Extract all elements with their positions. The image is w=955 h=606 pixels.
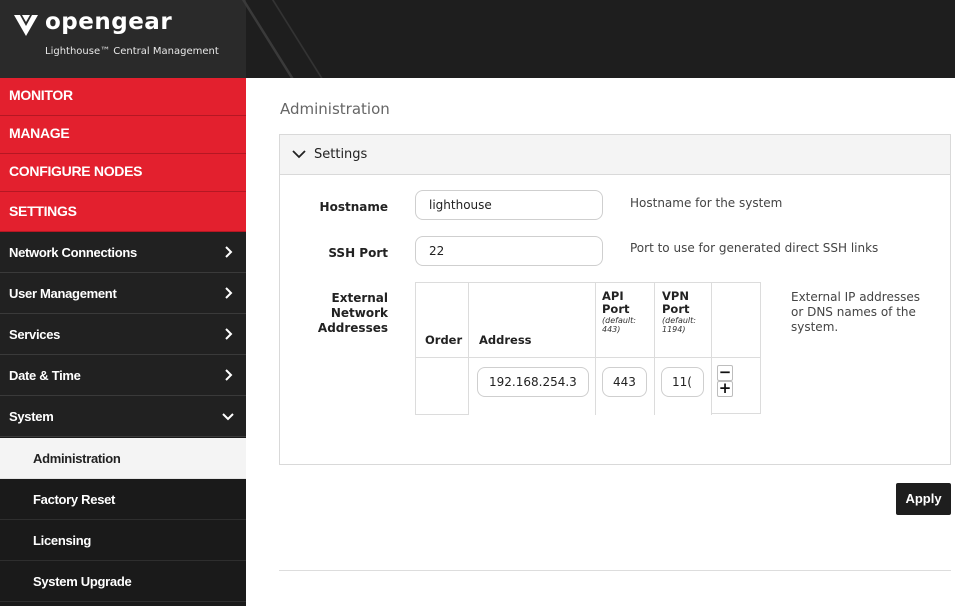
nav-services[interactable]: Services	[0, 314, 246, 355]
label-line: Network	[330, 306, 388, 320]
hostname-help: Hostname for the system	[630, 196, 783, 210]
settings-panel-title: Settings	[314, 147, 368, 162]
table-header-actions-cell	[711, 282, 761, 358]
nav-user-management[interactable]: User Management	[0, 273, 246, 314]
nav-licensing[interactable]: Licensing	[0, 520, 246, 561]
nav-date-time[interactable]: Date & Time	[0, 355, 246, 396]
settings-panel: Settings Hostname lighthouse Hostname fo…	[279, 134, 951, 465]
label-line: Addresses	[317, 321, 388, 335]
nav-label: User Management	[9, 286, 117, 301]
header-default: (default:	[602, 316, 636, 325]
ssh-port-help: Port to use for generated direct SSH lin…	[630, 241, 879, 255]
top-header: opengear Lighthouse™ Central Management	[0, 0, 955, 78]
nav-label: Date & Time	[9, 368, 81, 383]
page-title: Administration	[280, 100, 390, 118]
column-header-order: Order	[425, 333, 463, 347]
header-line: Port	[602, 302, 630, 316]
table-cell-order	[415, 357, 469, 415]
nav-monitor[interactable]: MONITOR	[0, 78, 246, 116]
chevron-right-icon	[225, 287, 233, 299]
header-line: Port	[662, 302, 690, 316]
external-addresses-label: External Network Addresses	[290, 291, 388, 336]
header-default: 1194)	[662, 325, 686, 334]
nav-label: System	[9, 409, 54, 424]
header-default: 443)	[602, 325, 621, 334]
nav-administration[interactable]: Administration	[0, 438, 246, 479]
help-line: system.	[791, 320, 839, 334]
nav-factory-reset[interactable]: Factory Reset	[0, 479, 246, 520]
chevron-right-icon	[225, 328, 233, 340]
brand-name: opengear	[45, 9, 173, 35]
nav-label: Network Connections	[9, 245, 137, 260]
column-header-api-port: API Port (default: 443)	[602, 290, 636, 335]
chevron-right-icon	[225, 369, 233, 381]
column-header-address: Address	[479, 333, 532, 347]
nav-network-connections[interactable]: Network Connections	[0, 232, 246, 273]
divider	[279, 570, 951, 571]
external-addresses-help: External IP addresses or DNS names of th…	[791, 290, 920, 335]
nav-settings[interactable]: SETTINGS	[0, 192, 246, 232]
add-row-button[interactable]: +	[717, 381, 733, 397]
nav-configure-nodes[interactable]: CONFIGURE NODES	[0, 154, 246, 192]
chevron-down-icon	[222, 413, 234, 421]
settings-panel-header[interactable]: Settings	[280, 135, 950, 175]
ssh-port-input[interactable]: 22	[415, 236, 603, 266]
header-decoration	[265, 0, 337, 78]
header-default: (default:	[662, 316, 696, 325]
nav-label: Services	[9, 327, 61, 342]
vpn-port-input[interactable]: 11(	[661, 367, 704, 397]
sidebar: MONITOR MANAGE CONFIGURE NODES SETTINGS …	[0, 78, 246, 606]
chevron-down-icon	[292, 150, 306, 159]
help-line: External IP addresses	[791, 290, 920, 304]
column-header-vpn-port: VPN Port (default: 1194)	[662, 290, 696, 335]
api-port-input[interactable]: 443	[602, 367, 647, 397]
opengear-logo-icon	[14, 15, 38, 36]
help-line: or DNS names of the	[791, 305, 916, 319]
label-line: External	[331, 291, 388, 305]
brand-subtitle: Lighthouse™ Central Management	[45, 46, 219, 57]
ssh-port-label: SSH Port	[328, 246, 388, 260]
chevron-right-icon	[225, 246, 233, 258]
nav-system[interactable]: System	[0, 396, 246, 437]
nav-system-upgrade[interactable]: System Upgrade	[0, 561, 246, 602]
apply-button[interactable]: Apply	[896, 483, 951, 515]
nav-manage[interactable]: MANAGE	[0, 116, 246, 154]
address-input[interactable]: 192.168.254.3	[477, 367, 589, 397]
main-content: Administration Settings Hostname lightho…	[246, 78, 955, 606]
hostname-label: Hostname	[319, 200, 388, 214]
hostname-input[interactable]: lighthouse	[415, 190, 603, 220]
